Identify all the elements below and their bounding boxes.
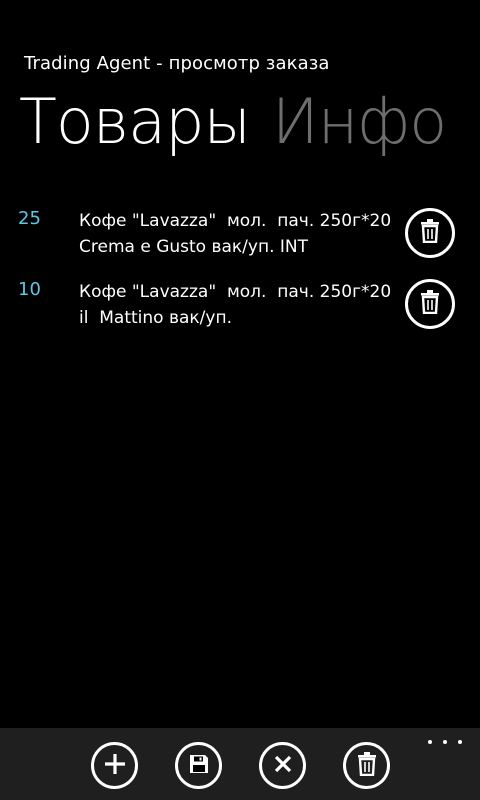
delete-item-button[interactable] bbox=[405, 279, 455, 329]
add-button[interactable] bbox=[91, 742, 138, 789]
tab-info[interactable]: Инфо bbox=[272, 82, 447, 162]
order-items-list: 25 Кофе "Lavazza" мол. пач. 250г*20 Crem… bbox=[0, 204, 480, 346]
more-button[interactable] bbox=[428, 734, 462, 750]
trash-icon bbox=[357, 751, 377, 780]
delete-item-button[interactable] bbox=[405, 208, 455, 258]
item-quantity: 10 bbox=[18, 279, 41, 300]
trash-icon bbox=[420, 219, 440, 247]
ellipsis-icon bbox=[458, 740, 462, 744]
tab-goods[interactable]: Товары bbox=[19, 82, 251, 162]
list-item[interactable]: 10 Кофе "Lavazza" мол. пач. 250г*20 il M… bbox=[0, 275, 480, 346]
add-icon bbox=[103, 752, 127, 780]
item-quantity: 25 bbox=[18, 208, 41, 229]
cancel-icon bbox=[273, 754, 293, 778]
trash-icon bbox=[420, 290, 440, 318]
ellipsis-icon bbox=[428, 740, 432, 744]
save-button[interactable] bbox=[175, 742, 222, 789]
ellipsis-icon bbox=[443, 740, 447, 744]
cancel-button[interactable] bbox=[259, 742, 306, 789]
item-name: Кофе "Lavazza" мол. пач. 250г*20 Crema e… bbox=[79, 211, 392, 257]
list-item[interactable]: 25 Кофе "Lavazza" мол. пач. 250г*20 Crem… bbox=[0, 204, 480, 275]
item-name: Кофе "Lavazza" мол. пач. 250г*20 il Matt… bbox=[79, 282, 392, 328]
app-bar bbox=[0, 728, 480, 800]
delete-order-button[interactable] bbox=[343, 742, 390, 789]
pivot-header: Товары Инфо bbox=[19, 82, 468, 162]
app-title: Trading Agent - просмотр заказа bbox=[24, 53, 330, 74]
save-icon bbox=[188, 753, 210, 779]
